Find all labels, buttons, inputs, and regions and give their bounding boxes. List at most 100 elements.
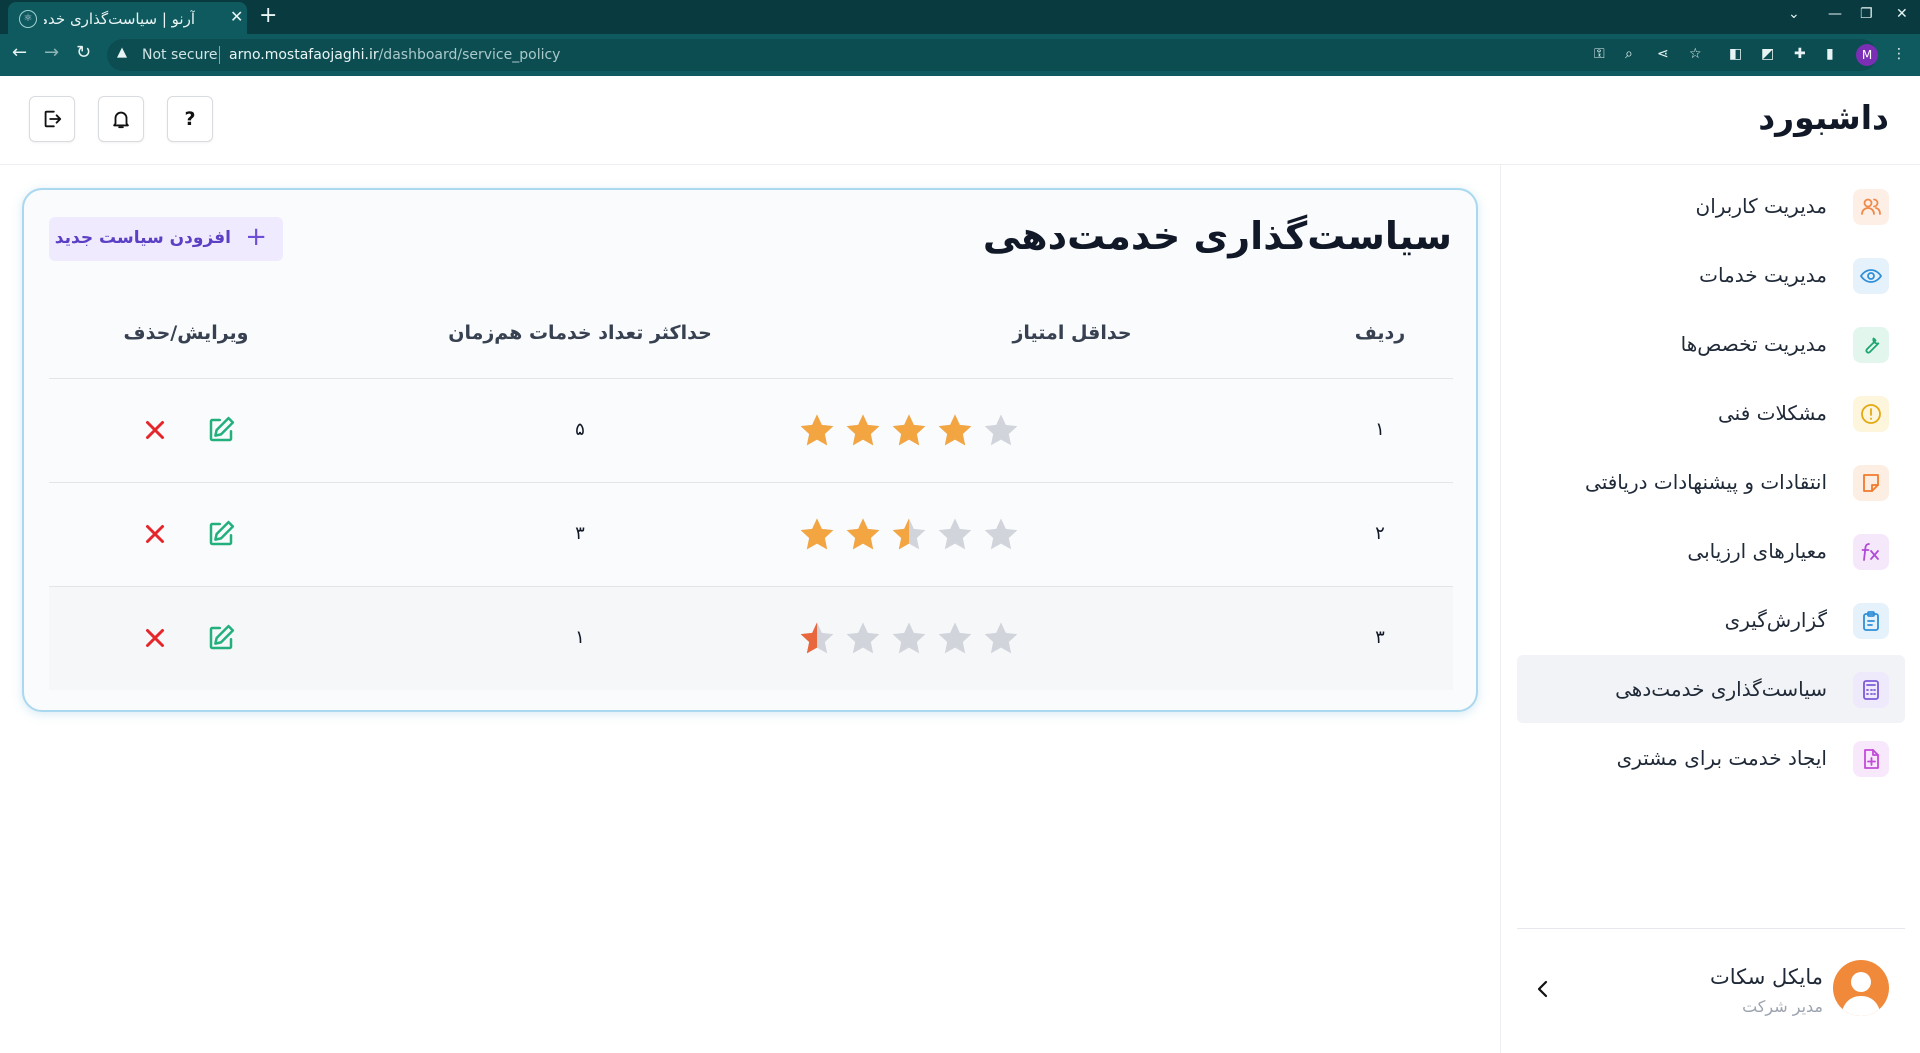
sidebar-item-9[interactable]: ایجاد خدمت برای مشتری bbox=[1517, 724, 1905, 792]
star-icon bbox=[846, 622, 880, 654]
bookmark-star-icon[interactable]: ☆ bbox=[1689, 46, 1702, 62]
forward-icon[interactable]: → bbox=[44, 42, 59, 63]
sidebar-item-4[interactable]: مشکلات فنی bbox=[1517, 379, 1905, 447]
extension-shield-icon[interactable]: ◧ bbox=[1729, 46, 1742, 62]
url-text[interactable]: arno.mostafaojaghi.ir/dashboard/service_… bbox=[229, 47, 560, 63]
back-icon[interactable]: ← bbox=[12, 42, 27, 63]
sidebar-item-5[interactable]: انتقادات و پیشنهادات دریافتی bbox=[1517, 448, 1905, 516]
profile-role: مدیر شرکت bbox=[1742, 997, 1823, 1016]
file-plus-icon bbox=[1853, 741, 1889, 777]
add-policy-label: افزودن سیاست جدید bbox=[54, 228, 231, 248]
user-avatar-icon bbox=[1841, 972, 1881, 1016]
service-policy-card: سیاست‌گذاری خدمت‌دهی + افزودن سیاست جدید… bbox=[22, 188, 1478, 712]
sidebar-item-6[interactable]: معیارهای ارزیابی bbox=[1517, 517, 1905, 585]
sidebar-item-1[interactable]: مدیریت کاربران bbox=[1517, 172, 1905, 240]
star-rating bbox=[797, 411, 1021, 451]
sidebar-item-label: ایجاد خدمت برای مشتری bbox=[1616, 746, 1827, 770]
url-host: arno.mostafaojaghi.ir bbox=[229, 47, 379, 63]
browser-toolbar: ← → ↻ ▲ Not secure arno.mostafaojaghi.ir… bbox=[0, 34, 1920, 76]
column-header-row: ردیف bbox=[1354, 322, 1406, 344]
column-header-min-score: حداقل امتیاز bbox=[1012, 322, 1132, 344]
collapse-sidebar-button[interactable] bbox=[1531, 977, 1555, 1001]
bell-icon bbox=[113, 111, 129, 129]
edit-button[interactable] bbox=[206, 519, 236, 549]
sidebar-item-label: انتقادات و پیشنهادات دریافتی bbox=[1585, 470, 1827, 494]
close-icon bbox=[146, 525, 164, 543]
extensions-puzzle-icon[interactable]: ✚ bbox=[1794, 46, 1806, 62]
zoom-icon[interactable]: ⌕ bbox=[1625, 46, 1633, 62]
column-header-max-services: حداکثر تعداد خدمات هم‌زمان bbox=[448, 322, 712, 344]
not-secure-warning-icon[interactable]: ▲ bbox=[117, 45, 127, 60]
notifications-button[interactable] bbox=[98, 96, 144, 142]
alert-circle-icon bbox=[1853, 396, 1889, 432]
browser-tabstrip: ⚛ آرنو | سیاست‌گذاری خدمت‌دهی ✕ + ⌄ — ❐ … bbox=[0, 0, 1920, 34]
star-icon bbox=[892, 414, 926, 446]
address-separator bbox=[219, 46, 220, 64]
sidebar-item-2[interactable]: مدیریت خدمات bbox=[1517, 241, 1905, 309]
star-rating bbox=[797, 619, 1021, 659]
clipboard-icon bbox=[1853, 603, 1889, 639]
function-icon bbox=[1853, 534, 1889, 570]
url-path: /dashboard/service_policy bbox=[378, 47, 561, 63]
tab-search-icon[interactable]: ⌄ bbox=[1788, 6, 1800, 22]
minimize-icon[interactable]: — bbox=[1828, 6, 1842, 22]
max-concurrent-services: ۳ bbox=[575, 523, 585, 544]
user-avatar[interactable] bbox=[1833, 960, 1889, 1016]
star-icon bbox=[984, 622, 1018, 654]
browser-menu-icon[interactable]: ⋮ bbox=[1892, 46, 1906, 62]
browser-tab[interactable]: ⚛ آرنو | سیاست‌گذاری خدمت‌دهی ✕ bbox=[8, 2, 247, 34]
sidebar-item-7[interactable]: گزارش‌گیری bbox=[1517, 586, 1905, 654]
star-icon bbox=[938, 622, 972, 654]
wrench-icon bbox=[1853, 327, 1889, 363]
browser-profile-avatar[interactable]: M bbox=[1856, 44, 1878, 66]
close-icon bbox=[146, 421, 164, 439]
edit-icon bbox=[209, 416, 235, 442]
calculator-icon bbox=[1853, 672, 1889, 708]
react-favicon-icon: ⚛ bbox=[19, 10, 37, 28]
star-icon bbox=[846, 414, 880, 446]
help-button[interactable]: ? bbox=[167, 96, 213, 142]
sidebar-item-8[interactable]: سیاست‌گذاری خدمت‌دهی bbox=[1517, 655, 1905, 723]
row-index: ۱ bbox=[1375, 419, 1385, 440]
edit-button[interactable] bbox=[206, 415, 236, 445]
add-policy-button[interactable]: + افزودن سیاست جدید bbox=[49, 217, 283, 261]
star-icon bbox=[800, 414, 834, 446]
table-row: ۱۵ bbox=[49, 378, 1453, 482]
sidebar-item-label: مشکلات فنی bbox=[1718, 401, 1827, 425]
restore-icon[interactable]: ❐ bbox=[1860, 6, 1873, 22]
star-icon bbox=[800, 622, 834, 654]
address-bar[interactable]: ▲ Not secure arno.mostafaojaghi.ir/dashb… bbox=[107, 39, 1906, 71]
logout-button[interactable] bbox=[29, 96, 75, 142]
tab-close-icon[interactable]: ✕ bbox=[230, 7, 243, 26]
users-icon bbox=[1853, 189, 1889, 225]
edit-icon bbox=[209, 520, 235, 546]
share-icon[interactable]: ⋖ bbox=[1657, 46, 1669, 62]
reload-icon[interactable]: ↻ bbox=[76, 42, 91, 63]
sidebar-item-label: مدیریت تخصص‌ها bbox=[1680, 332, 1827, 356]
sidebar-item-label: مدیریت کاربران bbox=[1695, 194, 1828, 218]
side-panel-icon[interactable]: ▮ bbox=[1826, 46, 1834, 62]
column-header-actions: ویرایش/حذف bbox=[123, 322, 249, 344]
star-icon bbox=[938, 414, 972, 446]
max-concurrent-services: ۱ bbox=[575, 627, 585, 648]
sidebar-divider bbox=[1517, 928, 1905, 929]
max-concurrent-services: ۵ bbox=[575, 419, 585, 440]
new-tab-icon[interactable]: + bbox=[259, 3, 277, 28]
table-row: ۲۳ bbox=[49, 482, 1453, 586]
delete-button[interactable] bbox=[140, 519, 170, 549]
plus-icon: + bbox=[245, 222, 267, 252]
window-close-icon[interactable]: ✕ bbox=[1896, 6, 1908, 22]
extension-translate-icon[interactable]: ◩ bbox=[1761, 46, 1774, 62]
page-brand-title: داشبورد bbox=[1758, 98, 1889, 137]
password-key-icon[interactable]: ⚿ bbox=[1594, 46, 1605, 62]
sidebar-item-3[interactable]: مدیریت تخصص‌ها bbox=[1517, 310, 1905, 378]
chevron-left-icon bbox=[1537, 980, 1548, 998]
tab-title: آرنو | سیاست‌گذاری خدمت‌دهی bbox=[44, 10, 195, 28]
delete-button[interactable] bbox=[140, 623, 170, 653]
star-icon bbox=[892, 518, 926, 550]
star-icon bbox=[800, 518, 834, 550]
edit-button[interactable] bbox=[206, 623, 236, 653]
delete-button[interactable] bbox=[140, 415, 170, 445]
sidebar-item-label: معیارهای ارزیابی bbox=[1687, 539, 1827, 563]
star-icon bbox=[984, 518, 1018, 550]
